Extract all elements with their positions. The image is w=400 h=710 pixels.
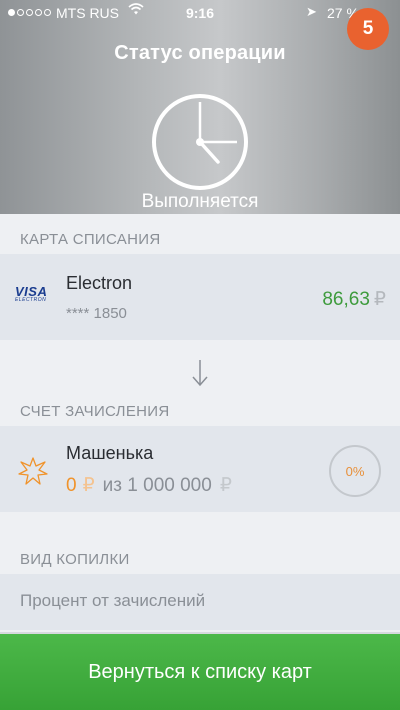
page-title: Статус операции: [114, 42, 286, 64]
credit-account-section-label: СЧЕТ ЗАЧИСЛЕНИЯ: [20, 403, 170, 420]
visa-electron-logo-icon: VISA ELECTRON: [15, 284, 48, 303]
goal-currency: ₽: [219, 475, 232, 496]
location-arrow-icon: ➤: [306, 4, 317, 19]
status-bar: MTS RUS 9:16 ➤ 27 %: [0, 0, 400, 26]
account-name: Машенька: [66, 443, 154, 463]
card-number: **** 1850: [66, 305, 127, 322]
balance-value: 0: [66, 475, 77, 496]
credit-account-row: Машенька 0 ₽ из 1 000 000 ₽ 0%: [0, 426, 400, 512]
amount-value: 86,63: [322, 289, 370, 310]
piggy-type-value: Процент от зачислений: [20, 591, 206, 610]
piggy-type-section-label: ВИД КОПИЛКИ: [20, 551, 130, 568]
balance-currency: ₽: [82, 475, 95, 496]
debit-card-row: VISA ELECTRON Electron **** 1850 86,63 ₽: [0, 254, 400, 340]
notification-badge[interactable]: 5: [347, 8, 389, 50]
currency-symbol: ₽: [373, 289, 386, 310]
operation-status-text: Выполняется: [141, 191, 259, 212]
piggy-type-row: Процент от зачислений: [0, 574, 400, 630]
back-to-cards-button[interactable]: Вернуться к списку карт: [0, 634, 400, 710]
account-balance: 0 ₽ из 1 000 000 ₽: [66, 474, 232, 497]
card-name: Electron: [66, 273, 133, 293]
debit-amount: 86,63 ₽: [322, 288, 386, 311]
progress-percent-circle: 0%: [329, 445, 381, 497]
clock-icon: [152, 94, 248, 190]
goal-amount: из 1 000 000: [102, 475, 212, 496]
debit-card-section-label: КАРТА СПИСАНИЯ: [20, 231, 161, 248]
operation-status-header: MTS RUS 9:16 ➤ 27 % Статус операции Выпо…: [0, 0, 400, 214]
sparkle-star-icon: [18, 457, 48, 485]
arrow-down-icon: [192, 360, 208, 387]
